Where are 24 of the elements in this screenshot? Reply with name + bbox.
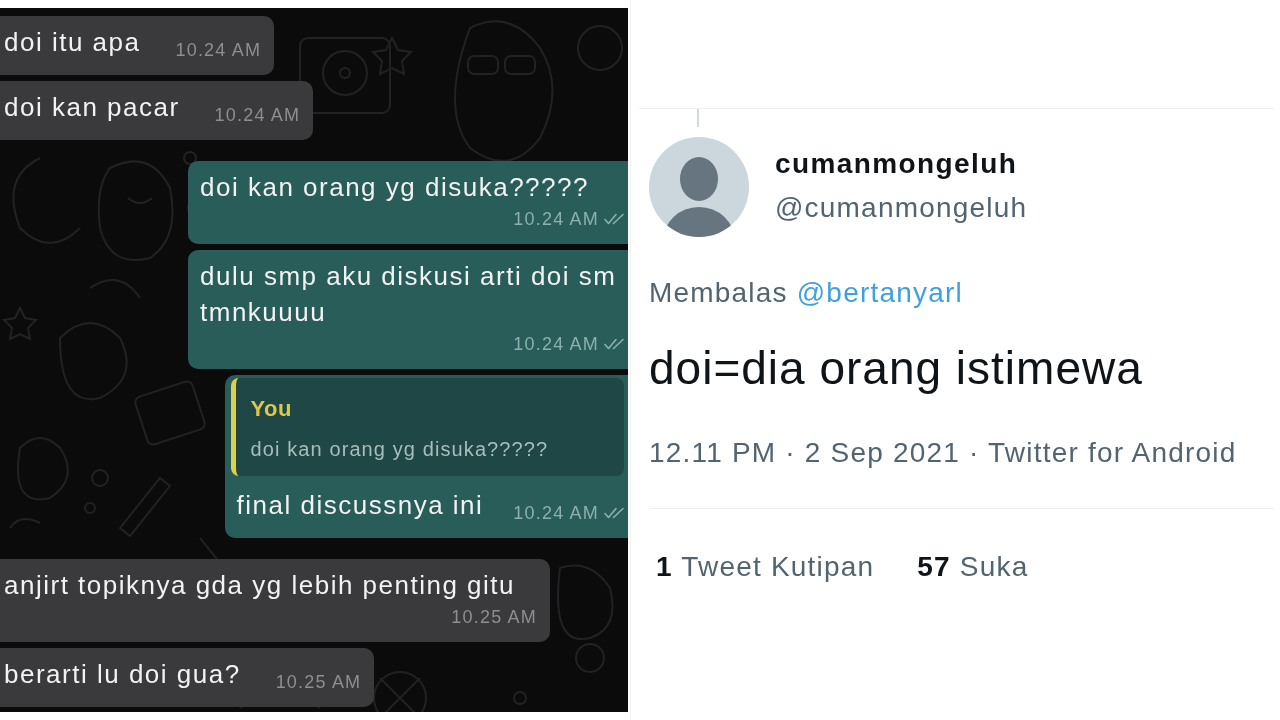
message-text: doi itu apa bbox=[4, 26, 141, 59]
message-text: dulu smp aku diskusi arti doi sm tmnkuuuu bbox=[200, 260, 618, 329]
tweet-text: doi=dia orang istimewa bbox=[649, 341, 1144, 396]
message-text: doi kan orang yg disuka????? bbox=[200, 171, 589, 204]
quote-author: You bbox=[250, 395, 293, 423]
message-text: berarti lu doi gua? bbox=[4, 658, 241, 691]
message-text: final discussnya ini bbox=[236, 489, 484, 522]
message-text: anjirt topiknya gda yg lebih penting gitu bbox=[4, 569, 516, 602]
display-name: cumanmongeluh bbox=[775, 147, 1019, 181]
message-time: 10.24 AM bbox=[513, 503, 599, 523]
message-time: 10.24 AM bbox=[175, 40, 262, 60]
quote-text: doi kan orang yg disuka????? bbox=[250, 437, 550, 462]
message-text: doi kan pacar bbox=[4, 91, 180, 124]
message-time: 10.24 AM bbox=[513, 209, 599, 229]
message-time: 10.24 AM bbox=[513, 334, 599, 354]
reply-context: Membalas @bertanyarl bbox=[649, 276, 964, 310]
message-time: 10.24 AM bbox=[214, 105, 301, 125]
user-handle: @cumanmongeluh bbox=[775, 191, 1028, 225]
message-time: 10.25 AM bbox=[275, 672, 362, 692]
message-time: 10.25 AM bbox=[451, 607, 537, 627]
thread-line bbox=[697, 109, 699, 127]
tweet-timestamp: 12.11 PM · 2 Sep 2021 · Twitter for Android bbox=[649, 436, 1238, 470]
stat-link[interactable]: 57 Suka bbox=[917, 549, 1029, 585]
stat-link[interactable]: 1 Tweet Kutipan bbox=[656, 549, 875, 585]
